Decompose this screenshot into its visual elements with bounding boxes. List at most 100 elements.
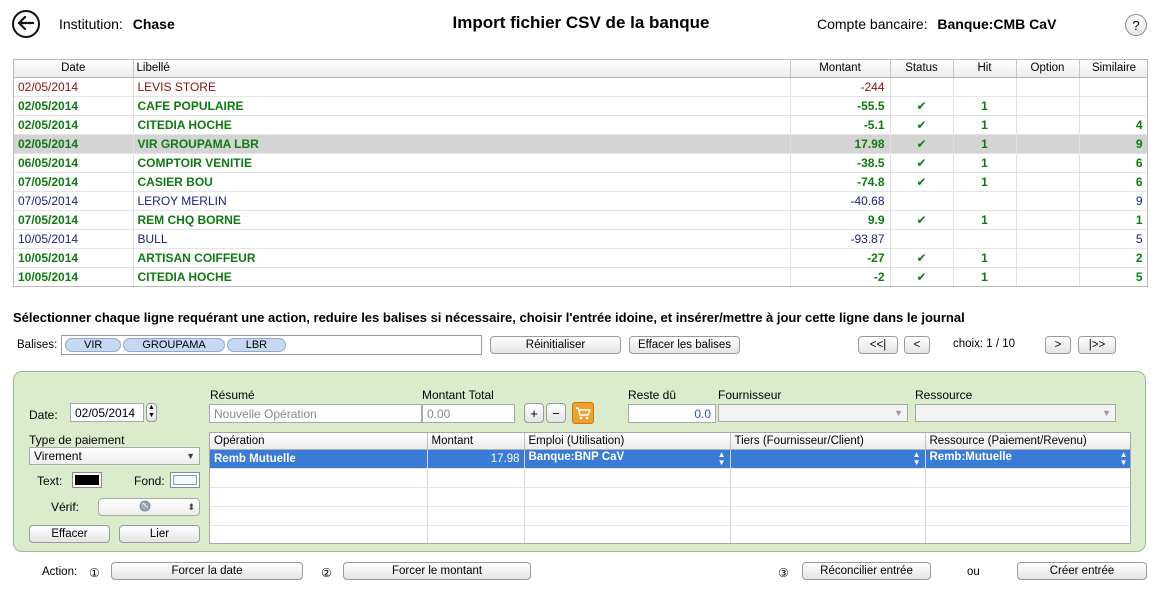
help-button[interactable]: ? [1125, 14, 1147, 36]
col-header-status[interactable]: Status [890, 60, 954, 78]
table-row[interactable]: 07/05/2014 CASIER BOU -74.8 ✔ 1 6 [14, 172, 1147, 192]
cell-hit [953, 229, 1017, 249]
table-row[interactable]: 10/05/2014 BULL -93.87 5 [14, 229, 1147, 249]
cell-amount: -27 [790, 248, 891, 268]
col-header-date[interactable]: Date [14, 60, 134, 78]
cell-label: VIR GROUPAMA LBR [133, 134, 791, 154]
cell-amount: -40.68 [790, 191, 891, 211]
next-choice-button[interactable]: > [1045, 336, 1071, 354]
table-row[interactable]: 07/05/2014 LEROY MERLIN -40.68 9 [14, 191, 1147, 211]
cell-amount: -93.87 [790, 229, 891, 249]
cell-hit: 1 [953, 115, 1017, 135]
add-split-button[interactable]: + [524, 403, 544, 423]
split-row[interactable]: Remb Mutuelle 17.98 Banque:BNP CaV ▲ ▼ ▲ ▼ Re… [210, 449, 1130, 469]
clear-tags-button[interactable]: Effacer les balises [629, 336, 740, 354]
reset-button[interactable]: Réinitialiser [490, 336, 621, 354]
col-header-label[interactable]: Libellé [133, 60, 791, 78]
split-cell-empty [524, 525, 731, 543]
splits-table[interactable]: Opération Montant Emploi (Utilisation) T… [209, 432, 1131, 544]
basket-icon[interactable] [572, 402, 594, 424]
effacer-button[interactable]: Effacer [29, 525, 110, 543]
date-field[interactable]: 02/05/2014 [70, 403, 144, 422]
split-cell-emploi[interactable]: Banque:BNP CaV ▲ ▼ [524, 449, 731, 469]
table-row[interactable]: 02/05/2014 LEVIS STORE -244 [14, 77, 1147, 97]
cell-status [890, 77, 954, 97]
prev-choice-button[interactable]: < [904, 336, 930, 354]
col-header-amount[interactable]: Montant [790, 60, 891, 78]
cell-hit: 1 [953, 248, 1017, 268]
split-cell-empty [210, 506, 428, 526]
payment-type-value: Virement [34, 449, 82, 463]
transactions-table[interactable]: Date Libellé Montant Status Hit Option S… [13, 59, 1148, 287]
account-info: Compte bancaire: Banque:CMB CaV [817, 16, 1056, 32]
balises-label: Balises: [17, 339, 58, 351]
force-amount-button[interactable]: Forcer le montant [343, 562, 531, 580]
split-row-empty[interactable] [210, 506, 1130, 526]
cell-hit: 1 [953, 172, 1017, 192]
table-row[interactable]: 02/05/2014 CAFE POPULAIRE -55.5 ✔ 1 [14, 96, 1147, 116]
split-col-ressource[interactable]: Ressource (Paiement/Revenu) [925, 433, 1130, 450]
date-stepper[interactable]: ▲ ▼ [146, 403, 157, 422]
split-col-tiers[interactable]: Tiers (Fournisseur/Client) [730, 433, 926, 450]
montant-total-input[interactable]: 0.00 [422, 404, 515, 423]
split-row-empty[interactable] [210, 468, 1130, 488]
split-row-empty[interactable] [210, 487, 1130, 507]
cell-date: 02/05/2014 [14, 96, 134, 116]
cell-option [1016, 210, 1080, 230]
split-col-operation[interactable]: Opération [210, 433, 428, 450]
lier-button[interactable]: Lier [119, 525, 200, 543]
split-cell-emploi-text: Banque:BNP CaV [528, 450, 625, 463]
split-col-amount[interactable]: Montant [427, 433, 525, 450]
tag-token[interactable]: GROUPAMA [123, 338, 225, 352]
cell-option [1016, 153, 1080, 173]
cell-option [1016, 96, 1080, 116]
col-header-similar[interactable]: Similaire [1079, 60, 1147, 78]
table-row[interactable]: 02/05/2014 CITEDIA HOCHE -5.1 ✔ 1 4 [14, 115, 1147, 135]
table-row[interactable]: 10/05/2014 CITEDIA HOCHE -2 ✔ 1 5 [14, 267, 1147, 286]
force-date-button[interactable]: Forcer la date [111, 562, 303, 580]
cell-similar: 4 [1079, 115, 1147, 135]
checkmark-icon: ✔ [890, 96, 954, 116]
balises-token-field[interactable]: VIR GROUPAMA LBR [61, 335, 482, 355]
background-color-well[interactable] [170, 472, 200, 488]
cell-similar: 5 [1079, 267, 1147, 286]
table-header-row: Date Libellé Montant Status Hit Option S… [14, 60, 1147, 78]
table-row[interactable]: 02/05/2014 VIR GROUPAMA LBR 17.98 ✔ 1 9 [14, 134, 1147, 154]
cell-similar: 6 [1079, 172, 1147, 192]
reste-du-label: Reste dû [628, 388, 677, 402]
table-row[interactable]: 10/05/2014 ARTISAN COIFFEUR -27 ✔ 1 2 [14, 248, 1147, 268]
step-3-marker: ③ [778, 566, 789, 580]
ressource-select[interactable]: ▼ [915, 404, 1116, 422]
split-cell-tiers[interactable]: ▲ ▼ [730, 449, 926, 469]
split-cell-ressource[interactable]: Remb:Mutuelle ▲ ▼ [925, 449, 1130, 469]
remove-split-button[interactable]: − [546, 403, 566, 423]
create-entry-button[interactable]: Créer entrée [1017, 562, 1147, 580]
updown-icon: ▲ ▼ [717, 449, 726, 467]
table-row[interactable]: 07/05/2014 REM CHQ BORNE 9.9 ✔ 1 1 [14, 210, 1147, 230]
col-header-hit[interactable]: Hit [953, 60, 1017, 78]
text-color-well[interactable] [72, 472, 102, 488]
table-row[interactable]: 06/05/2014 COMPTOIR VENITIE -38.5 ✔ 1 6 [14, 153, 1147, 173]
instruction-text: Sélectionner chaque ligne requérant une … [13, 310, 965, 325]
tag-token[interactable]: LBR [226, 338, 287, 352]
resume-label: Résumé [210, 388, 255, 402]
cell-date: 07/05/2014 [14, 191, 134, 211]
col-header-option[interactable]: Option [1016, 60, 1080, 78]
fournisseur-select[interactable]: ▼ [718, 404, 908, 422]
cell-similar: 2 [1079, 248, 1147, 268]
payment-type-select[interactable]: Virement ▼ [29, 447, 200, 465]
first-choice-button[interactable]: <<| [858, 336, 898, 354]
cell-similar [1079, 96, 1147, 116]
last-choice-button[interactable]: |>> [1078, 336, 1116, 354]
resume-input[interactable]: Nouvelle Opération [209, 404, 422, 423]
cell-date: 10/05/2014 [14, 248, 134, 268]
reconcile-button[interactable]: Réconcilier entrée [802, 562, 931, 580]
cell-hit: 1 [953, 267, 1017, 286]
split-row-empty[interactable] [210, 525, 1130, 543]
cell-hit: 1 [953, 134, 1017, 154]
verif-select[interactable]: ⬍ [98, 498, 200, 516]
cell-date: 02/05/2014 [14, 115, 134, 135]
tag-token[interactable]: VIR [65, 338, 122, 352]
split-col-emploi[interactable]: Emploi (Utilisation) [524, 433, 731, 450]
globe-icon [103, 500, 187, 515]
